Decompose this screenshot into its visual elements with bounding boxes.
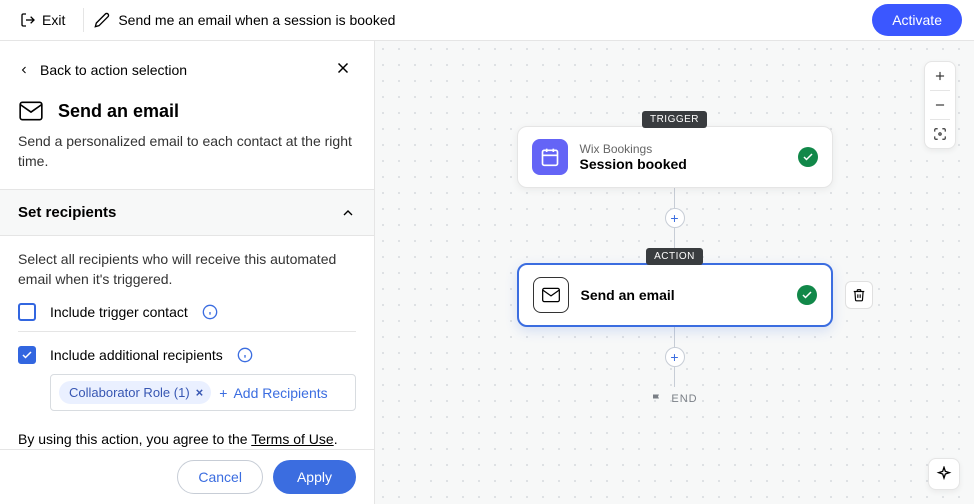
pencil-icon — [94, 12, 110, 28]
zoom-out-button[interactable] — [924, 91, 956, 119]
check-icon — [801, 289, 813, 301]
divider — [83, 8, 84, 32]
apply-button[interactable]: Apply — [273, 460, 356, 494]
trigger-subtitle: Wix Bookings — [580, 142, 786, 156]
exit-button[interactable]: Exit — [12, 8, 73, 32]
chevron-up-icon — [340, 205, 356, 221]
close-icon — [334, 59, 352, 77]
recipients-chips-field[interactable]: Collaborator Role (1) × + Add Recipients — [50, 374, 356, 411]
close-panel-button[interactable] — [330, 55, 356, 84]
calendar-icon — [540, 147, 560, 167]
minus-icon — [933, 98, 947, 112]
fit-view-button[interactable] — [924, 120, 956, 148]
sparkle-icon — [936, 466, 952, 482]
include-additional-recipients-label: Include additional recipients — [50, 347, 223, 363]
activate-button[interactable]: Activate — [872, 4, 962, 36]
plus-icon — [933, 69, 947, 83]
zoom-controls — [924, 61, 956, 149]
add-step-button[interactable]: + — [665, 347, 685, 367]
help-button[interactable] — [928, 458, 960, 490]
trigger-title: Session booked — [580, 156, 786, 172]
automation-title[interactable]: Send me an email when a session is booke… — [94, 12, 872, 28]
include-trigger-contact-checkbox[interactable] — [18, 303, 36, 321]
add-recipients-button[interactable]: + Add Recipients — [219, 385, 327, 401]
connector — [674, 367, 675, 387]
include-trigger-contact-label: Include trigger contact — [50, 304, 188, 320]
add-recipients-label: Add Recipients — [233, 385, 327, 401]
cancel-button[interactable]: Cancel — [177, 460, 263, 494]
status-complete-icon — [797, 285, 817, 305]
action-node[interactable]: Send an email — [517, 263, 833, 327]
terms-period: . — [334, 431, 338, 447]
config-sidebar: Back to action selection Send an email S… — [0, 41, 375, 504]
action-title: Send an email — [581, 287, 785, 303]
trigger-node[interactable]: Wix Bookings Session booked — [517, 126, 833, 188]
status-complete-icon — [798, 147, 818, 167]
terms-row: By using this action, you agree to the T… — [18, 431, 356, 447]
recipient-chip: Collaborator Role (1) × — [59, 381, 211, 404]
include-additional-recipients-row[interactable]: Include additional recipients — [18, 346, 356, 364]
panel-description: Send a personalized email to each contac… — [18, 132, 356, 171]
chip-remove-icon[interactable]: × — [196, 385, 204, 400]
connector — [674, 327, 675, 347]
automation-canvas[interactable]: TRIGGER Wix Bookings Session booked + AC… — [375, 41, 974, 504]
trash-icon — [852, 288, 866, 302]
check-icon — [802, 151, 814, 163]
end-label: END — [671, 393, 697, 405]
check-icon — [21, 349, 33, 361]
plus-icon: + — [219, 385, 227, 401]
section-description: Select all recipients who will receive t… — [18, 250, 356, 289]
fit-icon — [933, 127, 947, 141]
automation-title-text: Send me an email when a session is booke… — [118, 12, 395, 28]
info-icon[interactable] — [202, 304, 218, 320]
back-to-action-selection[interactable]: Back to action selection — [18, 62, 187, 78]
delete-node-button[interactable] — [845, 281, 873, 309]
end-marker: END — [651, 393, 697, 405]
terms-of-use-link[interactable]: Terms of Use — [251, 431, 333, 447]
info-icon[interactable] — [237, 347, 253, 363]
section-title: Set recipients — [18, 204, 116, 221]
set-recipients-section-header[interactable]: Set recipients — [0, 189, 374, 236]
flag-icon — [651, 393, 663, 405]
exit-icon — [20, 12, 36, 28]
divider — [18, 331, 356, 332]
include-trigger-contact-row[interactable]: Include trigger contact — [18, 303, 356, 321]
trigger-tag: TRIGGER — [642, 111, 707, 128]
back-label: Back to action selection — [40, 62, 187, 78]
include-additional-recipients-checkbox[interactable] — [18, 346, 36, 364]
action-tag: ACTION — [646, 248, 703, 265]
connector — [674, 228, 675, 248]
chip-label: Collaborator Role (1) — [69, 385, 190, 400]
bookings-icon — [532, 139, 568, 175]
exit-label: Exit — [42, 12, 65, 28]
email-node-icon — [533, 277, 569, 313]
mail-icon — [18, 98, 44, 124]
topbar: Exit Send me an email when a session is … — [0, 0, 974, 41]
mail-icon — [541, 285, 561, 305]
panel-heading: Send an email — [58, 101, 179, 122]
terms-prefix: By using this action, you agree to the — [18, 431, 251, 447]
chevron-left-icon — [18, 64, 30, 76]
add-step-button[interactable]: + — [665, 208, 685, 228]
panel-footer: Cancel Apply — [0, 449, 374, 504]
zoom-in-button[interactable] — [924, 62, 956, 90]
connector — [674, 188, 675, 208]
